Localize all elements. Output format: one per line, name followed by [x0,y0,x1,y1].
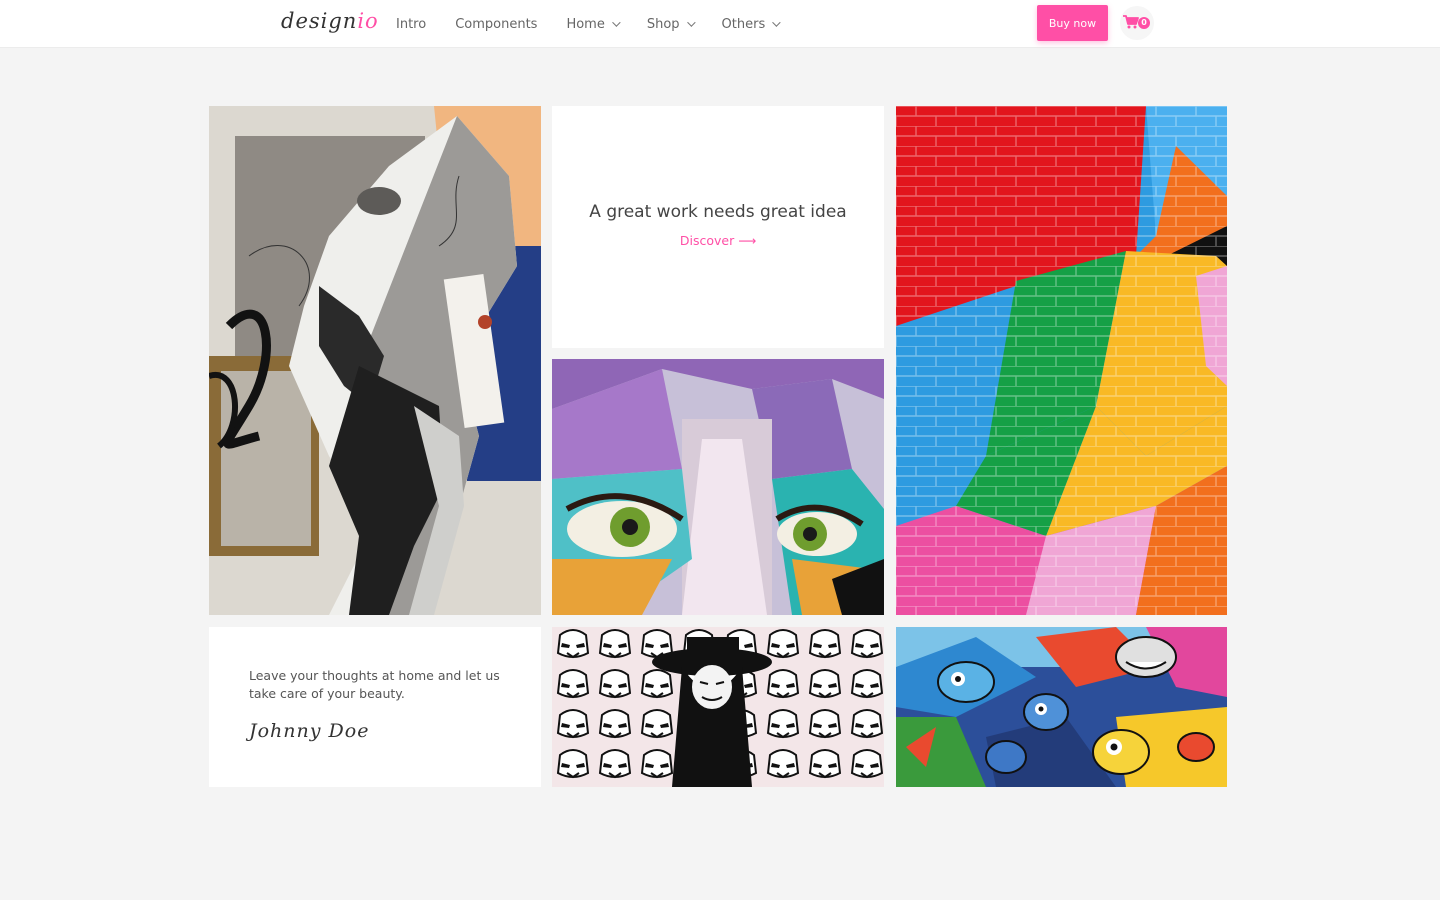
main-nav: Intro Components Home Shop Others [396,0,807,48]
nav-label: Home [566,16,605,32]
brick-wall-image [896,106,1227,615]
site-logo[interactable]: designio [281,9,379,33]
arrow-right-icon: ⟶ [738,233,757,248]
nav-item-shop[interactable]: Shop [646,16,696,32]
nav-label: Others [721,16,766,32]
nav-label: Shop [646,16,680,32]
testimonial-card: Leave your thoughts at home and let us t… [209,627,541,787]
gallery-image-stormtrooper[interactable] [552,627,884,787]
nav-item-others[interactable]: Others [721,16,781,32]
chevron-down-icon [611,18,621,27]
eyes-mural-image [552,359,884,615]
discover-link[interactable]: Discover ⟶ [552,233,884,248]
nav-item-components[interactable]: Components [455,17,537,32]
promo-title: A great work needs great idea [589,202,847,222]
cart-icon [1123,15,1139,29]
cart-count-badge: 0 [1138,17,1150,29]
logo-accent-text: io [357,9,379,33]
face-mural-image [209,106,541,615]
nav-item-home[interactable]: Home [566,16,621,32]
cart-button[interactable]: 0 [1120,6,1154,40]
cartoon-graffiti-image [896,627,1227,787]
stormtrooper-image [552,627,884,787]
buy-now-button[interactable]: Buy now [1037,5,1108,41]
nav-label: Components [455,16,538,32]
gallery-image-eyes-mural[interactable] [552,359,884,615]
gallery-image-cartoon-graffiti[interactable] [896,627,1227,787]
gallery-image-brick-wall[interactable] [896,106,1227,615]
logo-text: design [281,9,358,33]
promo-card: A great work needs great idea Discover ⟶ [552,106,884,348]
testimonial-signature: Johnny Doe [249,720,370,742]
chevron-down-icon [772,18,781,27]
nav-label: Intro [396,16,427,32]
nav-item-intro[interactable]: Intro [396,17,426,32]
gallery-image-face-mural[interactable] [209,106,541,615]
testimonial-text: Leave your thoughts at home and let us t… [249,668,500,701]
discover-label: Discover [679,233,735,248]
chevron-down-icon [686,18,696,27]
top-navbar: designio Intro Components Home Shop Othe… [0,0,1440,48]
